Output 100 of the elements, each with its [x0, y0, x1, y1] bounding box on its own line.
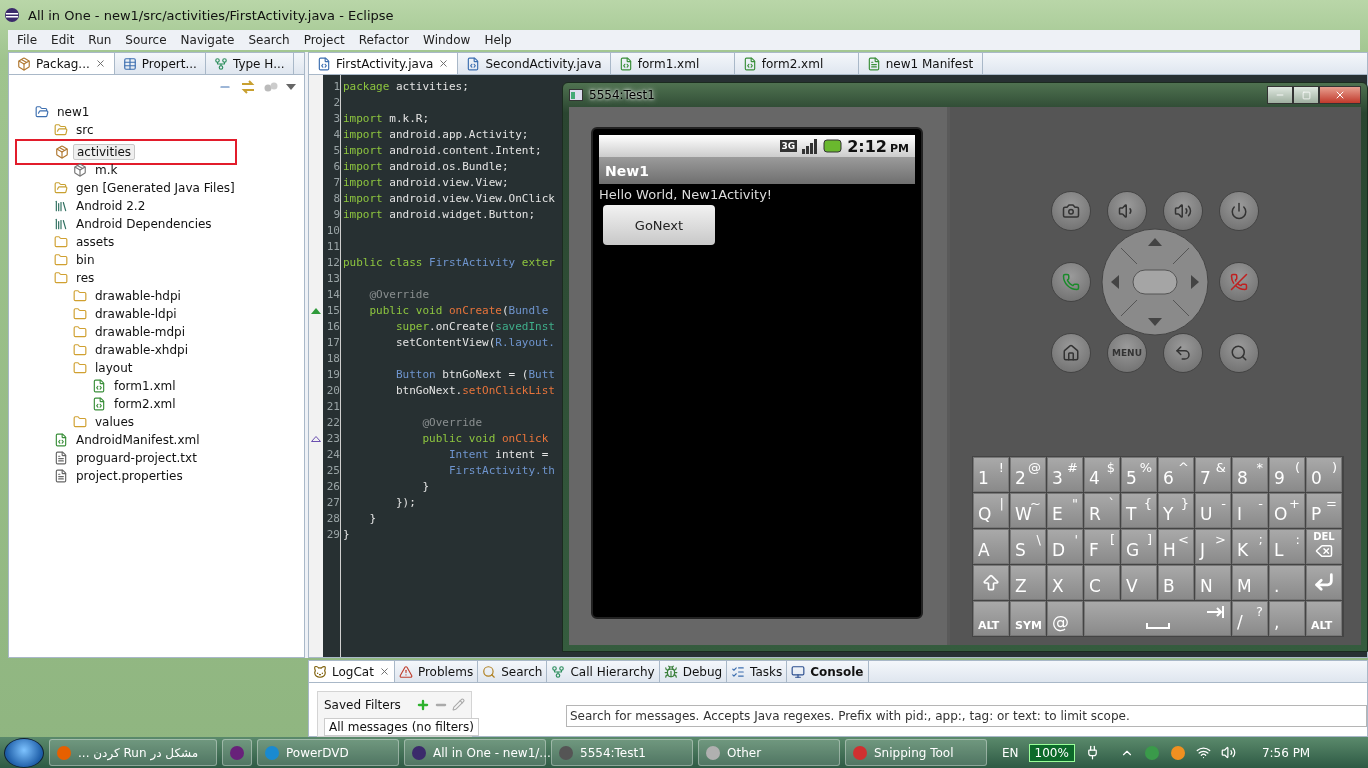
key[interactable]: M [1232, 565, 1268, 600]
call-button[interactable] [1051, 262, 1091, 302]
space-key[interactable] [1084, 601, 1231, 636]
key[interactable]: F [ [1084, 529, 1120, 564]
power-button[interactable] [1219, 191, 1259, 231]
volume-icon[interactable] [1220, 745, 1236, 760]
search-button[interactable] [1219, 333, 1259, 373]
taskbar-button[interactable]: 5554:Test1 [551, 739, 693, 766]
minimize-button[interactable] [1267, 86, 1293, 104]
tree-item[interactable]: AndroidManifest.xml [72, 432, 204, 448]
tree-item[interactable]: drawable-xhdpi [91, 342, 192, 358]
menu-item[interactable]: Source [118, 33, 174, 47]
key[interactable]: . [1269, 565, 1305, 600]
tree-item[interactable]: res [72, 270, 99, 286]
end-call-button[interactable] [1219, 262, 1259, 302]
menu-item[interactable]: Edit [44, 33, 82, 47]
camera-button[interactable] [1051, 191, 1091, 231]
key[interactable]: 1 ! [973, 457, 1009, 492]
dropdown-caret-icon[interactable] [286, 84, 296, 90]
tree-item[interactable]: project.properties [72, 468, 187, 484]
key[interactable]: , [1269, 601, 1305, 636]
menu-item[interactable]: Window [416, 33, 478, 47]
tree-item[interactable]: gen [Generated Java Files] [72, 180, 239, 196]
key[interactable]: R ` [1084, 493, 1120, 528]
view-tab[interactable]: Problems [394, 661, 479, 682]
key[interactable]: L : [1269, 529, 1305, 564]
signal-icon[interactable] [1195, 745, 1211, 760]
view-tab[interactable]: Call Hierarchy [547, 661, 660, 682]
tree-item[interactable]: Android Dependencies [72, 216, 216, 232]
editor-tab[interactable]: FirstActivity.java [309, 53, 459, 74]
key[interactable]: C [1084, 565, 1120, 600]
editor-tab[interactable]: form2.xml [734, 53, 859, 74]
key[interactable]: T { [1121, 493, 1157, 528]
key[interactable]: @ [1047, 601, 1083, 636]
volume-up-button[interactable] [1163, 191, 1203, 231]
taskbar-button[interactable]: PowerDVD [257, 739, 399, 766]
menu-item[interactable]: File [10, 33, 45, 47]
editor-tab[interactable]: SecondActivity.java [458, 53, 611, 74]
key[interactable]: N [1195, 565, 1231, 600]
key[interactable]: W~ [1010, 493, 1046, 528]
tree-item[interactable]: Android 2.2 [72, 198, 150, 214]
close-icon[interactable] [94, 58, 106, 69]
key[interactable]: V [1121, 565, 1157, 600]
tree-item[interactable]: bin [72, 252, 99, 268]
key[interactable]: S \ [1010, 529, 1046, 564]
menu-item[interactable]: Run [81, 33, 119, 47]
key[interactable]: 7 & [1195, 457, 1231, 492]
tree-item[interactable]: assets [72, 234, 119, 250]
key[interactable]: 2@ [1010, 457, 1046, 492]
menu-item[interactable]: Search [241, 33, 297, 47]
home-button[interactable] [1051, 333, 1091, 373]
key[interactable]: J > [1195, 529, 1231, 564]
key[interactable]: H< [1158, 529, 1194, 564]
start-button[interactable] [4, 737, 44, 768]
taskbar-button[interactable]: Other [698, 739, 840, 766]
view-tab[interactable]: Propert... [114, 53, 206, 74]
tree-item[interactable]: m.k [91, 162, 122, 178]
menu-item[interactable]: Help [477, 33, 519, 47]
menu-item[interactable]: Refactor [351, 33, 417, 47]
key[interactable]: 6 ^ [1158, 457, 1194, 492]
view-tab[interactable]: Debug [659, 661, 728, 682]
key[interactable]: B [1158, 565, 1194, 600]
taskbar-button[interactable] [222, 739, 252, 766]
key[interactable]: G ] [1121, 529, 1157, 564]
key[interactable]: I - [1232, 493, 1268, 528]
tree-item[interactable]: drawable-ldpi [91, 306, 181, 322]
link-arrows-icon[interactable] [240, 80, 256, 94]
editor-tab[interactable]: new1 Manifest [858, 53, 983, 74]
go-next-button[interactable]: GoNext [603, 205, 715, 245]
key[interactable]: E " [1047, 493, 1083, 528]
view-tab[interactable]: Console [787, 661, 869, 682]
key[interactable]: X [1047, 565, 1083, 600]
dpad-drawing[interactable] [1101, 228, 1209, 336]
tree-item[interactable]: values [91, 414, 139, 430]
tree-item[interactable]: layout [91, 360, 137, 376]
key[interactable]: ALT [1306, 601, 1342, 636]
volume-down-button[interactable] [1107, 191, 1147, 231]
tree-item[interactable]: activities [73, 144, 136, 160]
view-tab[interactable]: Type H... [205, 53, 294, 74]
view-tab[interactable]: Search [478, 661, 548, 682]
shift-key[interactable] [973, 565, 1009, 600]
maximize-button[interactable] [1293, 86, 1319, 104]
tree-item[interactable]: form1.xml [110, 378, 180, 394]
search-field[interactable]: Search for messages. Accepts Java regexes. Prefix with pid:, app:, tag: or text: to limit scope. [566, 705, 1367, 727]
key[interactable]: 0 ) [1306, 457, 1342, 492]
key[interactable]: / ? [1232, 601, 1268, 636]
close-button[interactable] [1319, 86, 1361, 104]
key[interactable]: U - [1195, 493, 1231, 528]
tree-item[interactable]: proguard-project.txt [72, 450, 201, 466]
view-tab[interactable]: LogCat [309, 661, 395, 682]
taskbar-button[interactable]: مشکل در Run کردن ... [49, 739, 217, 766]
app-icon[interactable] [1169, 744, 1186, 761]
key[interactable]: Y } [1158, 493, 1194, 528]
menu-item[interactable]: Navigate [173, 33, 242, 47]
key[interactable]: 5 % [1121, 457, 1157, 492]
enter-key[interactable] [1306, 565, 1342, 600]
key[interactable]: 8 * [1232, 457, 1268, 492]
key[interactable]: SYM [1010, 601, 1046, 636]
tree-item[interactable]: drawable-mdpi [91, 324, 189, 340]
close-icon[interactable] [438, 58, 450, 69]
